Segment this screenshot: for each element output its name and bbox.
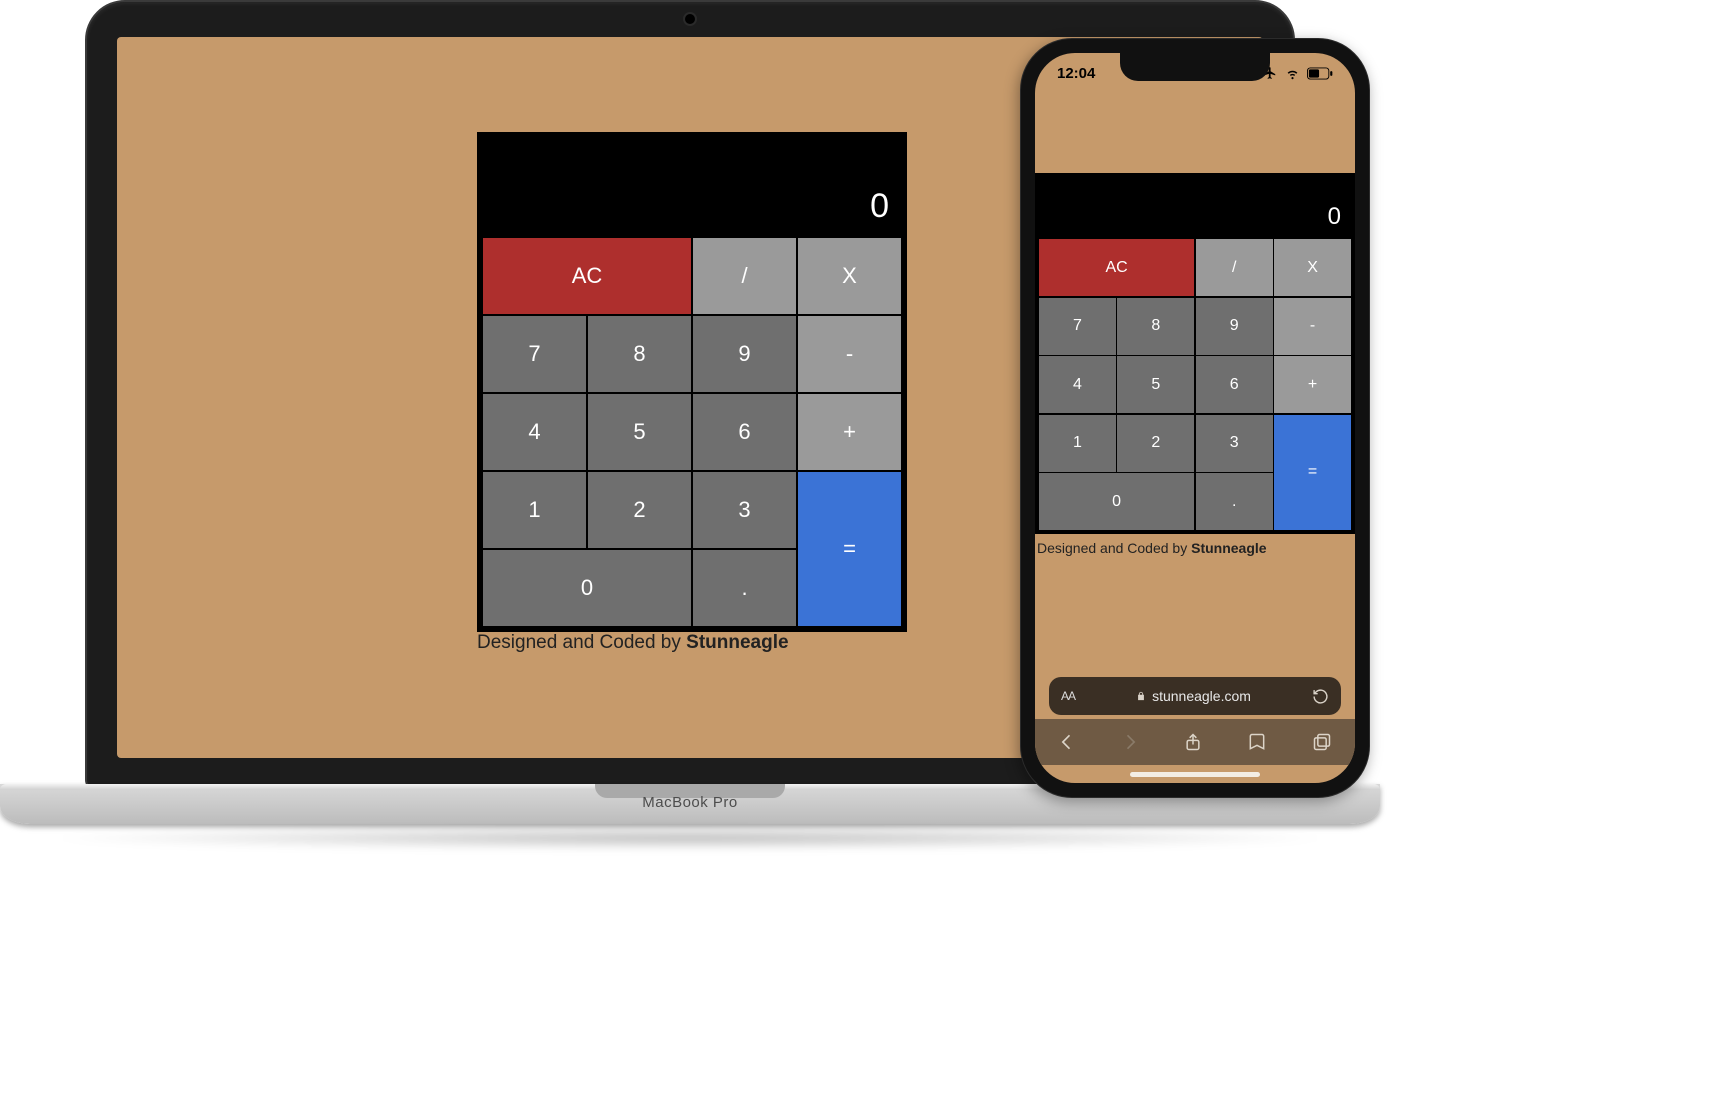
ac-button[interactable]: AC bbox=[483, 238, 691, 314]
multiply-button[interactable]: X bbox=[798, 238, 901, 314]
text-size-icon[interactable]: AA bbox=[1061, 689, 1075, 703]
multiply-button-mobile[interactable]: X bbox=[1274, 239, 1351, 296]
credit-line: Designed and Coded by Stunneagle bbox=[477, 632, 789, 654]
credit-text: Designed and Coded by bbox=[477, 632, 686, 653]
equals-button-mobile[interactable]: = bbox=[1274, 415, 1351, 531]
credit-text-mobile: Designed and Coded by bbox=[1037, 540, 1191, 556]
digit-5-button-mobile[interactable]: 5 bbox=[1117, 356, 1194, 413]
tabs-icon[interactable] bbox=[1311, 732, 1333, 752]
phone-frame: 12:04 0 AC / X 7 8 9 - 4 5 bbox=[1020, 38, 1370, 798]
battery-icon bbox=[1307, 67, 1333, 80]
laptop-camera bbox=[685, 14, 695, 24]
divide-button-mobile[interactable]: / bbox=[1196, 239, 1273, 296]
plus-button-mobile[interactable]: + bbox=[1274, 356, 1351, 413]
digit-2-button-mobile[interactable]: 2 bbox=[1117, 415, 1194, 472]
credit-line-mobile: Designed and Coded by Stunneagle bbox=[1035, 534, 1355, 556]
credit-author: Stunneagle bbox=[686, 632, 788, 653]
digit-7-button[interactable]: 7 bbox=[483, 316, 586, 392]
digit-2-button[interactable]: 2 bbox=[588, 472, 691, 548]
decimal-button-mobile[interactable]: . bbox=[1196, 473, 1273, 530]
digit-3-button[interactable]: 3 bbox=[693, 472, 796, 548]
digit-8-button[interactable]: 8 bbox=[588, 316, 691, 392]
laptop-model-label: MacBook Pro bbox=[642, 794, 738, 811]
phone-notch bbox=[1120, 53, 1270, 81]
calculator-keypad-mobile: AC / X 7 8 9 - 4 5 6 + 1 2 3 = 0 . bbox=[1039, 239, 1351, 530]
lock-icon bbox=[1136, 690, 1146, 702]
digit-6-button[interactable]: 6 bbox=[693, 394, 796, 470]
divide-button[interactable]: / bbox=[693, 238, 796, 314]
phone-page: 0 AC / X 7 8 9 - 4 5 6 + 1 2 3 = bbox=[1035, 173, 1355, 556]
calculator-app-mobile: 0 AC / X 7 8 9 - 4 5 6 + 1 2 3 = bbox=[1035, 173, 1355, 534]
forward-icon[interactable] bbox=[1120, 732, 1140, 752]
digit-6-button-mobile[interactable]: 6 bbox=[1196, 356, 1273, 413]
digit-0-button[interactable]: 0 bbox=[483, 550, 691, 626]
status-time: 12:04 bbox=[1057, 65, 1095, 82]
plus-button[interactable]: + bbox=[798, 394, 901, 470]
equals-button[interactable]: = bbox=[798, 472, 901, 626]
digit-4-button-mobile[interactable]: 4 bbox=[1039, 356, 1116, 413]
bookmarks-icon[interactable] bbox=[1246, 732, 1268, 752]
calculator-display-mobile: 0 bbox=[1039, 177, 1351, 239]
ac-button-mobile[interactable]: AC bbox=[1039, 239, 1194, 296]
wifi-icon bbox=[1284, 67, 1301, 80]
digit-3-button-mobile[interactable]: 3 bbox=[1196, 415, 1273, 472]
digit-9-button[interactable]: 9 bbox=[693, 316, 796, 392]
safari-address-bar[interactable]: AA stunneagle.com bbox=[1049, 677, 1341, 715]
decimal-button[interactable]: . bbox=[693, 550, 796, 626]
home-indicator[interactable] bbox=[1130, 772, 1260, 777]
digit-4-button[interactable]: 4 bbox=[483, 394, 586, 470]
digit-0-button-mobile[interactable]: 0 bbox=[1039, 473, 1194, 530]
share-icon[interactable] bbox=[1183, 731, 1203, 753]
digit-7-button-mobile[interactable]: 7 bbox=[1039, 298, 1116, 355]
safari-toolbar bbox=[1035, 719, 1355, 765]
phone-screen: 12:04 0 AC / X 7 8 9 - 4 5 bbox=[1035, 53, 1355, 783]
calculator-display: 0 bbox=[483, 138, 901, 238]
back-icon[interactable] bbox=[1057, 732, 1077, 752]
reload-icon[interactable] bbox=[1312, 688, 1329, 705]
calculator-app: 0 AC / X 7 8 9 - 4 5 6 + 1 2 3 = 0 . bbox=[477, 132, 907, 632]
digit-1-button[interactable]: 1 bbox=[483, 472, 586, 548]
digit-1-button-mobile[interactable]: 1 bbox=[1039, 415, 1116, 472]
laptop-shadow bbox=[40, 826, 1340, 850]
safari-domain: stunneagle.com bbox=[1152, 688, 1251, 704]
digit-9-button-mobile[interactable]: 9 bbox=[1196, 298, 1273, 355]
digit-5-button[interactable]: 5 bbox=[588, 394, 691, 470]
digit-8-button-mobile[interactable]: 8 bbox=[1117, 298, 1194, 355]
credit-author-mobile: Stunneagle bbox=[1191, 540, 1266, 556]
minus-button-mobile[interactable]: - bbox=[1274, 298, 1351, 355]
minus-button[interactable]: - bbox=[798, 316, 901, 392]
calculator-keypad: AC / X 7 8 9 - 4 5 6 + 1 2 3 = 0 . bbox=[483, 238, 901, 626]
